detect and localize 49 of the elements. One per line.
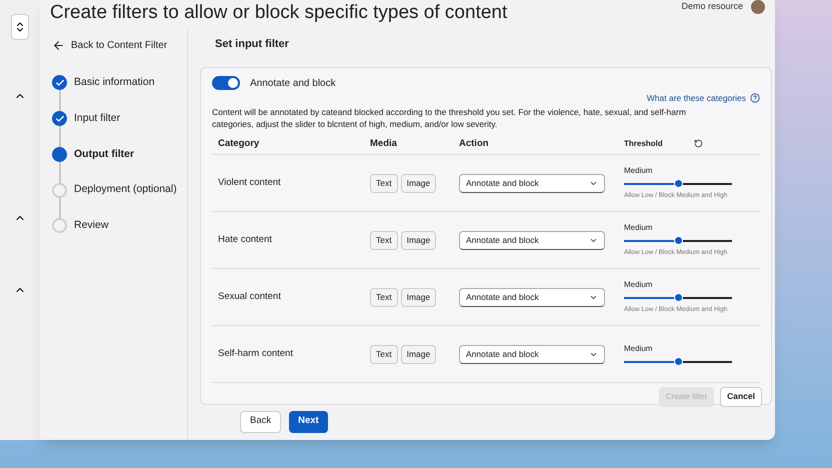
column-header: Media (370, 136, 398, 151)
section-title: Set input filter (215, 37, 290, 52)
cancel-button[interactable]: Cancel (720, 386, 762, 406)
action-dropdown[interactable]: Annotate and block (459, 174, 605, 193)
action-dropdown[interactable]: Annotate and block (459, 288, 605, 307)
threshold-value: Medium (624, 279, 654, 292)
next-button[interactable]: Next (289, 410, 328, 432)
avatar-icon[interactable] (751, 0, 765, 14)
category-label: Self-harm content (218, 347, 294, 362)
page-title: Create filters to allow or block specific types of content (50, 2, 508, 24)
description-text: Content will be annotated by cateand blocked according to the threshold you set. For the violence, hate, sexual, and self-harm categories, adjust the slider to blcntent of high, medium, and/or low severity. (212, 106, 687, 130)
step-label[interactable]: Output filter (74, 146, 134, 162)
slider-thumb[interactable] (674, 179, 683, 188)
media-button[interactable]: Text (370, 174, 398, 193)
media-button[interactable]: Text (370, 230, 398, 250)
toggle-label: Annotate and block (250, 76, 336, 90)
column-header: Category (218, 136, 260, 151)
step-label[interactable]: Deployment (optional) (74, 182, 177, 198)
threshold-value: Medium (624, 222, 654, 234)
reset-icon[interactable] (694, 139, 703, 148)
category-label: Sexual content (218, 290, 282, 304)
media-button[interactable]: Image (400, 230, 436, 250)
back-button[interactable]: Back (240, 410, 282, 432)
category-label: Hate content (218, 233, 273, 248)
media-button[interactable]: Image (400, 288, 436, 307)
help-link[interactable]: What are these categories (646, 92, 746, 104)
back-link[interactable]: Back to Content Filter (52, 38, 187, 53)
slider-thumb[interactable] (674, 293, 683, 302)
step-label[interactable]: Input filter (74, 110, 120, 126)
action-dropdown[interactable]: Annotate and block (459, 230, 605, 250)
media-button[interactable]: Image (400, 174, 436, 193)
help-icon[interactable] (750, 92, 760, 103)
media-button[interactable]: Image (400, 344, 436, 364)
action-dropdown[interactable]: Annotate and block (459, 344, 605, 364)
sort-icon[interactable] (11, 14, 29, 40)
step-label[interactable]: Review (74, 218, 108, 234)
threshold-value: Medium (624, 165, 654, 178)
category-label: Violent content (218, 176, 282, 190)
slider-thumb[interactable] (674, 236, 683, 246)
arrow-left-icon (52, 39, 65, 52)
threshold-value: Medium (624, 342, 654, 355)
media-button[interactable]: Text (370, 288, 398, 307)
slider-thumb[interactable] (674, 356, 683, 366)
resource-name: Demo resource (681, 0, 743, 14)
column-header: Action (459, 136, 490, 151)
toggle-switch[interactable] (212, 76, 240, 90)
column-header: Threshold (624, 138, 664, 150)
step-label[interactable]: Basic information (74, 75, 155, 91)
media-button[interactable]: Text (370, 344, 398, 364)
